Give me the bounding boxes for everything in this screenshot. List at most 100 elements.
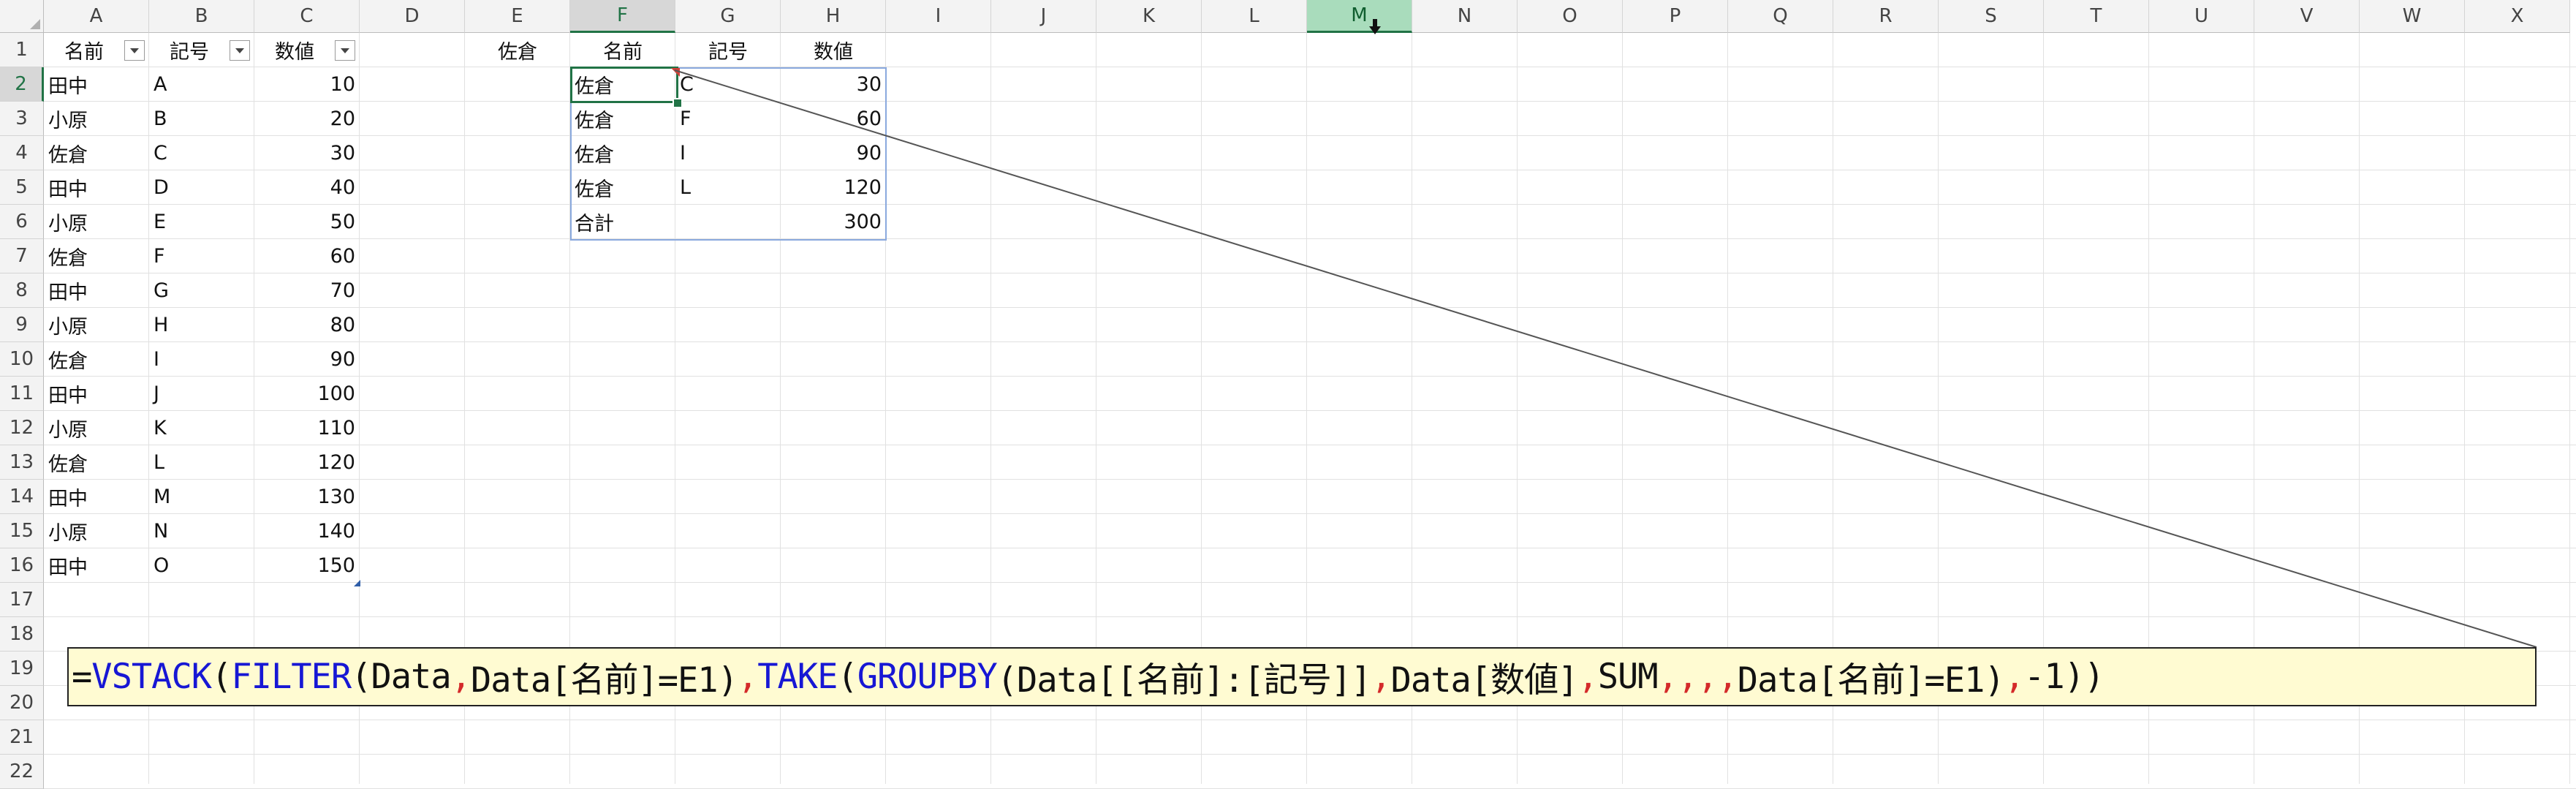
table-cell-name[interactable]: 田中	[44, 548, 149, 582]
row-header-13[interactable]: 13	[0, 445, 44, 480]
table-cell-code[interactable]: B	[149, 102, 254, 135]
table-cell-code[interactable]: O	[149, 548, 254, 582]
column-header-p[interactable]: P	[1623, 0, 1728, 33]
row-header-3[interactable]: 3	[0, 102, 44, 136]
column-header-h[interactable]: H	[781, 0, 886, 33]
column-header-k[interactable]: K	[1096, 0, 1202, 33]
result-header-cell[interactable]: 記号	[675, 33, 781, 67]
column-header-c[interactable]: C	[254, 0, 360, 33]
column-header-r[interactable]: R	[1833, 0, 1939, 33]
column-header-b[interactable]: B	[149, 0, 254, 33]
table-cell-code[interactable]: M	[149, 480, 254, 513]
column-header-n[interactable]: N	[1412, 0, 1518, 33]
table-cell-value[interactable]: 10	[254, 67, 360, 101]
filter-dropdown-button[interactable]	[230, 40, 250, 61]
table-cell-value[interactable]: 80	[254, 308, 360, 341]
table-cell-value[interactable]: 90	[254, 342, 360, 376]
table-cell-code[interactable]: N	[149, 514, 254, 548]
table-cell-name[interactable]: 佐倉	[44, 342, 149, 376]
table-cell-code[interactable]: J	[149, 377, 254, 410]
filter-dropdown-button[interactable]	[335, 40, 355, 61]
result-header-cell[interactable]: 数値	[781, 33, 886, 67]
column-header-f[interactable]: F	[570, 0, 675, 33]
table-cell-value[interactable]: 150	[254, 548, 360, 582]
row-header-9[interactable]: 9	[0, 308, 44, 342]
column-header-a[interactable]: A	[44, 0, 149, 33]
table-cell-name[interactable]: 田中	[44, 377, 149, 410]
table-cell-value[interactable]: 140	[254, 514, 360, 548]
table-cell-value[interactable]: 40	[254, 170, 360, 204]
table-resize-handle-icon[interactable]	[354, 580, 360, 586]
table-cell-name[interactable]: 小原	[44, 308, 149, 341]
row-header-19[interactable]: 19	[0, 652, 44, 686]
table-header-cell[interactable]: 名前	[44, 33, 124, 67]
row-header-20[interactable]: 20	[0, 686, 44, 720]
table-cell-value[interactable]: 20	[254, 102, 360, 135]
column-header-w[interactable]: W	[2360, 0, 2465, 33]
row-header-1[interactable]: 1	[0, 33, 44, 67]
table-cell-value[interactable]: 100	[254, 377, 360, 410]
row-header-11[interactable]: 11	[0, 377, 44, 411]
row-header-12[interactable]: 12	[0, 411, 44, 445]
table-cell-name[interactable]: 田中	[44, 273, 149, 307]
row-header-8[interactable]: 8	[0, 273, 44, 308]
table-cell-name[interactable]: 小原	[44, 514, 149, 548]
result-header-cell[interactable]: 名前	[570, 33, 675, 67]
fill-handle[interactable]	[673, 98, 683, 108]
row-header-5[interactable]: 5	[0, 170, 44, 205]
table-cell-name[interactable]: 佐倉	[44, 136, 149, 170]
row-header-10[interactable]: 10	[0, 342, 44, 377]
table-cell-code[interactable]: F	[149, 239, 254, 273]
table-cell-name[interactable]: 小原	[44, 102, 149, 135]
column-header-d[interactable]: D	[360, 0, 465, 33]
table-cell-code[interactable]: A	[149, 67, 254, 101]
table-cell-code[interactable]: I	[149, 342, 254, 376]
row-header-7[interactable]: 7	[0, 239, 44, 273]
column-header-l[interactable]: L	[1202, 0, 1307, 33]
table-cell-value[interactable]: 30	[254, 136, 360, 170]
row-header-16[interactable]: 16	[0, 548, 44, 583]
row-header-17[interactable]: 17	[0, 583, 44, 617]
filter-dropdown-button[interactable]	[124, 40, 145, 61]
row-header-15[interactable]: 15	[0, 514, 44, 548]
row-header-6[interactable]: 6	[0, 205, 44, 239]
table-cell-name[interactable]: 田中	[44, 67, 149, 101]
table-cell-name[interactable]: 田中	[44, 480, 149, 513]
column-header-e[interactable]: E	[465, 0, 570, 33]
row-header-18[interactable]: 18	[0, 617, 44, 652]
spreadsheet-grid[interactable]: ABCDEFGHIJKLMNOPQRSTUVWX 1 2 3 4 5 6 7 8 9 10 11 12…	[0, 0, 2576, 789]
table-cell-code[interactable]: H	[149, 308, 254, 341]
table-cell-value[interactable]: 50	[254, 205, 360, 238]
column-header-u[interactable]: U	[2149, 0, 2254, 33]
table-header-cell[interactable]: 数値	[254, 33, 335, 67]
column-header-m[interactable]: M	[1307, 0, 1412, 33]
column-header-o[interactable]: O	[1518, 0, 1623, 33]
row-header-4[interactable]: 4	[0, 136, 44, 170]
table-cell-code[interactable]: G	[149, 273, 254, 307]
column-header-q[interactable]: Q	[1728, 0, 1833, 33]
column-header-v[interactable]: V	[2254, 0, 2360, 33]
active-cell-border[interactable]	[570, 67, 678, 103]
table-cell-code[interactable]: K	[149, 411, 254, 445]
table-cell-name[interactable]: 小原	[44, 411, 149, 445]
column-header-x[interactable]: X	[2465, 0, 2570, 33]
table-cell-code[interactable]: C	[149, 136, 254, 170]
criteria-cell[interactable]: 佐倉	[465, 33, 570, 67]
table-cell-value[interactable]: 70	[254, 273, 360, 307]
column-header-s[interactable]: S	[1939, 0, 2044, 33]
table-cell-name[interactable]: 田中	[44, 170, 149, 204]
table-cell-code[interactable]: E	[149, 205, 254, 238]
column-header-i[interactable]: I	[886, 0, 991, 33]
table-cell-value[interactable]: 110	[254, 411, 360, 445]
column-header-g[interactable]: G	[675, 0, 781, 33]
table-header-cell[interactable]: 記号	[149, 33, 230, 67]
table-cell-code[interactable]: D	[149, 170, 254, 204]
table-cell-name[interactable]: 小原	[44, 205, 149, 238]
error-indicator-icon[interactable]	[671, 68, 680, 77]
row-header-21[interactable]: 21	[0, 720, 44, 755]
select-all-button[interactable]	[0, 0, 44, 33]
table-cell-name[interactable]: 佐倉	[44, 445, 149, 479]
table-cell-value[interactable]: 130	[254, 480, 360, 513]
row-header-2[interactable]: 2	[0, 67, 44, 102]
row-header-14[interactable]: 14	[0, 480, 44, 514]
